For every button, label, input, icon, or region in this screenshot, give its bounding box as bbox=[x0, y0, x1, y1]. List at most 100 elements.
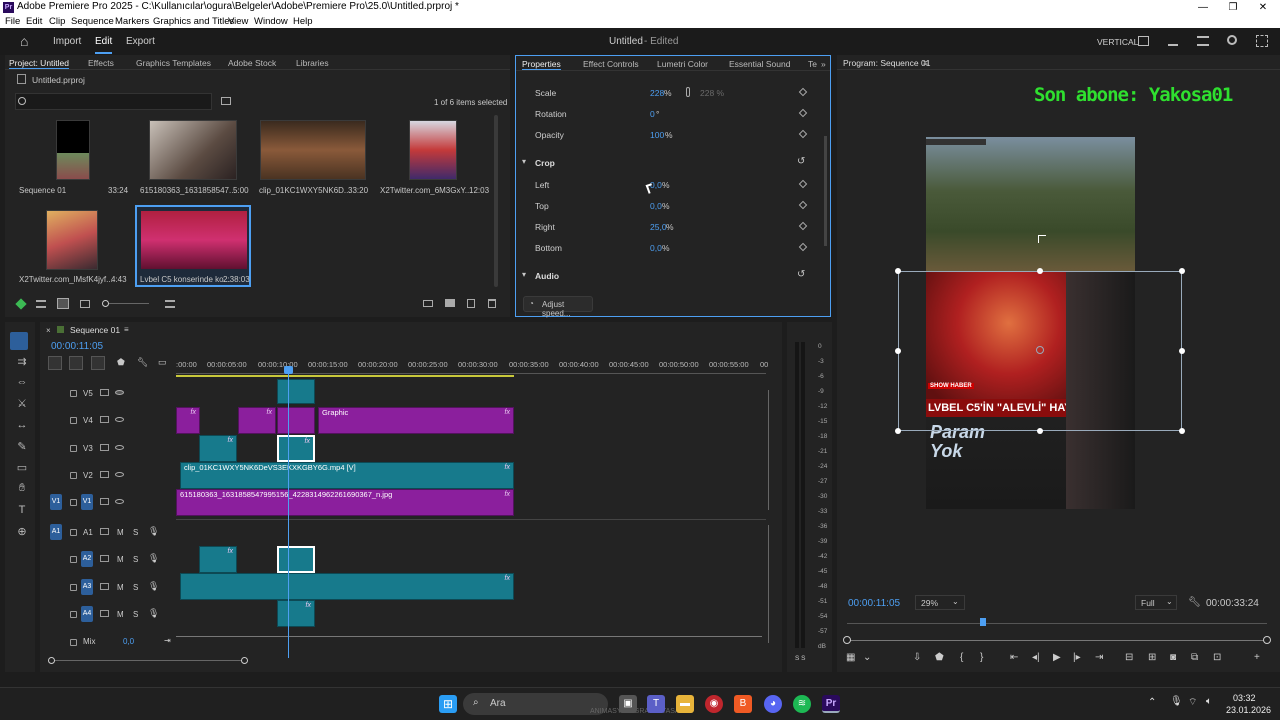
menu-help[interactable]: Help bbox=[293, 16, 313, 27]
clock-time[interactable]: 03:32 bbox=[1233, 693, 1256, 703]
zoom-bar-handle[interactable] bbox=[1263, 636, 1271, 644]
transform-handle[interactable] bbox=[895, 348, 901, 354]
microphone-icon[interactable]: 🎙︎ bbox=[148, 553, 159, 564]
clip-v4[interactable] bbox=[277, 407, 315, 434]
go-to-end-icon[interactable]: ⇥ bbox=[164, 636, 171, 645]
mute-button[interactable]: M bbox=[117, 610, 124, 619]
menu-window[interactable]: Window bbox=[254, 16, 288, 27]
project-scrollbar[interactable] bbox=[494, 115, 498, 287]
track-target-v1[interactable]: V1 bbox=[81, 494, 93, 510]
clip-v2[interactable]: clip_01KC1WXY5NK6DeVS3EKXKGBY6G.mp4 [V] f… bbox=[180, 462, 514, 489]
menu-edit[interactable]: Edit bbox=[26, 16, 42, 27]
lock-icon[interactable] bbox=[70, 556, 77, 563]
teams-icon[interactable]: T bbox=[647, 695, 665, 713]
lock-icon[interactable] bbox=[70, 472, 77, 479]
eye-icon[interactable] bbox=[115, 499, 124, 504]
anchor-point[interactable] bbox=[1036, 346, 1044, 354]
solo-button[interactable]: S bbox=[133, 610, 138, 619]
crop-right-value[interactable]: 25,0 bbox=[650, 222, 667, 232]
wifi-icon[interactable]: ⌔ bbox=[1188, 696, 1197, 709]
safe-margins-icon[interactable]: ▦ bbox=[846, 652, 855, 663]
generative-extend-icon[interactable]: ⊕ bbox=[15, 525, 29, 539]
lock-icon[interactable] bbox=[70, 639, 77, 646]
close-icon[interactable]: × bbox=[46, 326, 51, 335]
tab-lumetri-color[interactable]: Lumetri Color bbox=[657, 59, 708, 69]
freeform-view-icon[interactable] bbox=[80, 300, 90, 308]
zoom-slider-handle[interactable] bbox=[102, 300, 109, 307]
microphone-icon[interactable]: 🎙︎ bbox=[1170, 696, 1183, 707]
scroll-handle[interactable] bbox=[48, 657, 55, 664]
search-icon[interactable] bbox=[1227, 35, 1237, 45]
rotation-value[interactable]: 0 bbox=[650, 109, 655, 119]
tab-essential-sound[interactable]: Essential Sound bbox=[729, 59, 790, 69]
audio-vertical-scroll[interactable] bbox=[768, 525, 769, 643]
sync-lock-icon[interactable] bbox=[100, 444, 109, 451]
eye-icon[interactable] bbox=[115, 472, 124, 477]
extract-icon[interactable]: ⊞ bbox=[1148, 652, 1156, 663]
menu-graphics[interactable]: Graphics and Titles bbox=[153, 16, 234, 27]
audio-section-title[interactable]: Audio bbox=[535, 271, 559, 281]
solo-button[interactable]: S bbox=[133, 528, 138, 537]
lock-icon[interactable] bbox=[70, 584, 77, 591]
trash-icon[interactable] bbox=[488, 299, 496, 308]
project-item-thumb[interactable] bbox=[149, 120, 237, 180]
tab-effect-controls[interactable]: Effect Controls bbox=[583, 59, 639, 69]
clip-v4[interactable]: fx bbox=[238, 407, 276, 434]
task-view-icon[interactable]: ▣ bbox=[619, 695, 637, 713]
minimize-button[interactable]: — bbox=[1188, 0, 1218, 15]
app-icon[interactable]: ◉ bbox=[705, 695, 723, 713]
tab-import[interactable]: Import bbox=[53, 36, 81, 47]
clip-v3-selected[interactable]: fx bbox=[277, 435, 315, 462]
transform-handle[interactable] bbox=[895, 428, 901, 434]
playhead-handle[interactable] bbox=[284, 366, 293, 374]
lock-icon[interactable] bbox=[70, 611, 77, 618]
go-to-out-icon[interactable]: ⇥ bbox=[1095, 652, 1103, 663]
sync-lock-icon[interactable] bbox=[100, 528, 109, 535]
step-forward-icon[interactable]: |▸ bbox=[1073, 652, 1081, 663]
list-view-icon[interactable] bbox=[36, 300, 46, 308]
tab-graphics-templates[interactable]: Graphics Templates bbox=[136, 58, 211, 68]
camera-icon[interactable]: ◙ bbox=[1170, 652, 1176, 663]
quality-dropdown[interactable]: Full ⌄ bbox=[1135, 595, 1177, 610]
lock-icon[interactable] bbox=[70, 499, 77, 506]
restore-button[interactable]: ❐ bbox=[1218, 0, 1248, 15]
audio-clip-a3[interactable]: fx bbox=[180, 573, 514, 600]
sync-lock-icon[interactable] bbox=[100, 471, 109, 478]
chevron-up-icon[interactable]: ⌃ bbox=[1148, 697, 1156, 708]
source-patch-v1[interactable]: V1 bbox=[50, 494, 62, 510]
close-button[interactable]: ✕ bbox=[1248, 0, 1278, 15]
hand-tool-icon[interactable]: ✋︎ bbox=[15, 482, 29, 496]
sync-lock-icon[interactable] bbox=[100, 583, 109, 590]
track-target-a3[interactable]: A3 bbox=[81, 579, 93, 595]
link-icon[interactable] bbox=[686, 87, 690, 97]
sequence-tab[interactable]: Sequence 01 bbox=[70, 325, 120, 335]
clock-date[interactable]: 23.01.2026 bbox=[1226, 705, 1271, 715]
opacity-value[interactable]: 100 bbox=[650, 130, 664, 140]
lift-icon[interactable]: ⊟ bbox=[1125, 652, 1133, 663]
transform-handle[interactable] bbox=[895, 268, 901, 274]
properties-scrollbar[interactable] bbox=[824, 136, 827, 246]
reset-icon[interactable]: ↺ bbox=[797, 269, 805, 280]
zoom-dropdown[interactable]: 29% ⌄ bbox=[915, 595, 965, 610]
reset-icon[interactable]: ↺ bbox=[797, 156, 805, 167]
zoom-bar-handle[interactable] bbox=[843, 636, 851, 644]
audio-clip-a2-selected[interactable] bbox=[277, 546, 315, 573]
step-back-icon[interactable]: ◂| bbox=[1032, 652, 1040, 663]
tab-export[interactable]: Export bbox=[126, 36, 155, 47]
microphone-icon[interactable]: 🎙︎ bbox=[148, 608, 159, 619]
chevron-down-icon[interactable]: ▾ bbox=[522, 270, 526, 279]
tab-adobe-stock[interactable]: Adobe Stock bbox=[228, 58, 276, 68]
tab-libraries[interactable]: Libraries bbox=[296, 58, 329, 68]
chevron-down-icon[interactable]: ▾ bbox=[522, 157, 526, 166]
slip-tool-icon[interactable]: ↔ bbox=[15, 419, 29, 433]
brave-browser-icon[interactable]: B bbox=[734, 695, 752, 713]
panel-menu-icon[interactable]: ≡ bbox=[124, 325, 129, 334]
solo-button[interactable]: S bbox=[133, 555, 138, 564]
chevron-down-icon[interactable]: ⌄ bbox=[863, 652, 871, 663]
new-bin-icon[interactable] bbox=[221, 97, 231, 105]
marker-icon[interactable]: ⬟ bbox=[935, 652, 944, 663]
go-to-in-icon[interactable]: ⇤ bbox=[1010, 652, 1018, 663]
mix-value[interactable]: 0,0 bbox=[123, 637, 134, 646]
timeline-horizontal-scroll[interactable] bbox=[51, 660, 245, 661]
project-item-thumb[interactable] bbox=[56, 120, 90, 180]
